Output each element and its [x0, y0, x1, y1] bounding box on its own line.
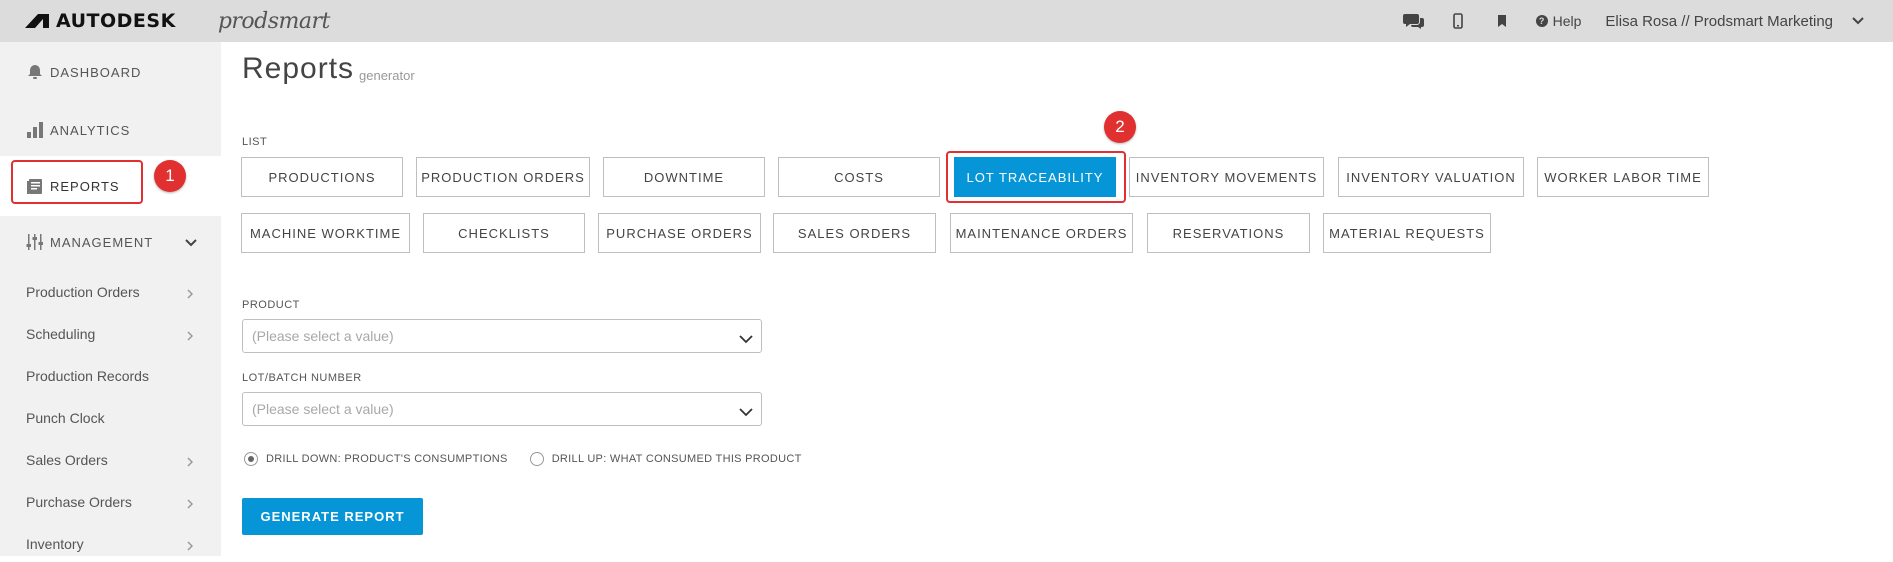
chevron-right-icon [187, 328, 194, 344]
step-badge-2: 2 [1104, 111, 1136, 143]
chevron-right-icon [187, 538, 194, 554]
drill-down-radio[interactable] [244, 452, 258, 466]
help-link[interactable]: ? Help [1535, 13, 1582, 29]
highlight-reports [11, 160, 143, 204]
bookmark-icon[interactable] [1480, 0, 1524, 42]
report-purchase-orders-button[interactable]: PURCHASE ORDERS [598, 213, 761, 253]
report-inventory-valuation-button[interactable]: INVENTORY VALUATION [1338, 157, 1524, 197]
bell-icon [24, 61, 46, 83]
sidebar-sub-production-records[interactable]: Production Records [0, 358, 221, 394]
chat-icon[interactable] [1392, 0, 1436, 42]
help-icon: ? [1535, 15, 1548, 27]
report-inventory-movements-button[interactable]: INVENTORY MOVEMENTS [1129, 157, 1324, 197]
report-productions-button[interactable]: PRODUCTIONS [241, 157, 403, 197]
sidebar-item-management[interactable]: MANAGEMENT [0, 220, 221, 264]
chevron-right-icon [187, 454, 194, 470]
report-sales-orders-button[interactable]: SALES ORDERS [773, 213, 936, 253]
sidebar-label-analytics: ANALYTICS [50, 122, 131, 138]
chevron-down-icon[interactable] [1843, 17, 1873, 25]
sidebar: DASHBOARD ANALYTICS REPORTS MANAGEMENT P… [0, 42, 221, 556]
lot-batch-label: LOT/BATCH NUMBER [242, 372, 362, 384]
sidebar-sub-production-orders[interactable]: Production Orders [0, 274, 221, 310]
list-label: LIST [242, 136, 268, 148]
drill-down-label: DRILL DOWN: PRODUCT'S CONSUMPTIONS [266, 453, 508, 465]
product-label: PRODUCT [242, 299, 300, 311]
report-worker-labor-time-button[interactable]: WORKER LABOR TIME [1537, 157, 1709, 197]
sidebar-sub-label: Purchase Orders [26, 494, 132, 510]
page-subtitle: generator [359, 68, 415, 83]
user-menu[interactable]: Elisa Rosa // Prodsmart Marketing [1605, 13, 1833, 30]
help-label: Help [1552, 13, 1582, 29]
report-costs-button[interactable]: COSTS [778, 157, 940, 197]
generate-report-button[interactable]: GENERATE REPORT [242, 498, 423, 535]
product-select-value: (Please select a value) [252, 328, 394, 344]
report-downtime-button[interactable]: DOWNTIME [603, 157, 765, 197]
report-reservations-button[interactable]: RESERVATIONS [1147, 213, 1310, 253]
sidebar-sub-inventory[interactable]: Inventory [0, 526, 221, 562]
radio-selected-dot [248, 456, 254, 462]
brand-name: AUTODESK [56, 10, 176, 32]
highlight-lot-traceability [946, 151, 1126, 203]
mobile-icon[interactable] [1436, 0, 1480, 42]
sidebar-sub-scheduling[interactable]: Scheduling [0, 316, 221, 352]
report-material-requests-button[interactable]: MATERIAL REQUESTS [1323, 213, 1491, 253]
drill-up-radio[interactable] [529, 452, 544, 466]
sidebar-label-dashboard: DASHBOARD [50, 64, 142, 80]
sidebar-item-dashboard[interactable]: DASHBOARD [0, 50, 221, 94]
report-machine-worktime-button[interactable]: MACHINE WORKTIME [241, 213, 410, 253]
sidebar-item-analytics[interactable]: ANALYTICS [0, 108, 221, 152]
sidebar-sub-sales-orders[interactable]: Sales Orders [0, 442, 221, 478]
report-checklists-button[interactable]: CHECKLISTS [423, 213, 585, 253]
report-maintenance-orders-button[interactable]: MAINTENANCE ORDERS [950, 213, 1133, 253]
page-title: Reports [242, 52, 355, 85]
product-logo[interactable]: prodsmart [218, 9, 331, 34]
sidebar-sub-punch-clock[interactable]: Punch Clock [0, 400, 221, 436]
report-production-orders-button[interactable]: PRODUCTION ORDERS [416, 157, 590, 197]
chevron-down-icon [739, 404, 753, 420]
sidebar-label-management: MANAGEMENT [50, 234, 154, 250]
product-select[interactable]: (Please select a value) [242, 319, 762, 353]
chevron-down-icon[interactable] [185, 235, 197, 250]
chevron-right-icon [187, 286, 194, 302]
sidebar-sub-label: Production Records [26, 368, 149, 384]
chevron-down-icon [739, 331, 753, 347]
chevron-right-icon [187, 496, 194, 512]
sliders-icon [24, 231, 46, 253]
autodesk-logo-icon [24, 13, 50, 29]
bar-chart-icon [24, 119, 46, 141]
sidebar-sub-label: Production Orders [26, 284, 140, 300]
autodesk-logo[interactable]: AUTODESK [24, 10, 176, 32]
sidebar-sub-label: Scheduling [26, 326, 96, 342]
step-badge-1: 1 [154, 160, 186, 192]
sidebar-sub-label: Inventory [26, 536, 84, 552]
sidebar-sub-label: Sales Orders [26, 452, 108, 468]
sidebar-sub-label: Punch Clock [26, 410, 105, 426]
top-bar: AUTODESK prodsmart ? Help Elisa Rosa // … [0, 0, 1893, 42]
lot-batch-select[interactable]: (Please select a value) [242, 392, 762, 426]
lot-batch-select-value: (Please select a value) [252, 401, 394, 417]
sidebar-sub-purchase-orders[interactable]: Purchase Orders [0, 484, 221, 520]
drill-up-label: DRILL UP: WHAT CONSUMED THIS PRODUCT [551, 453, 802, 465]
